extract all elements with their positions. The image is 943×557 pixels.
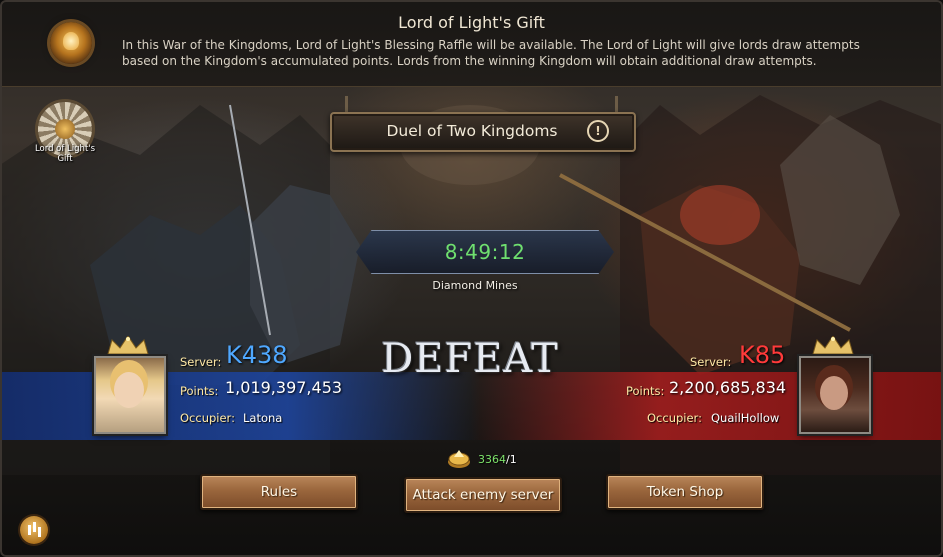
right-server-value: K85 bbox=[739, 341, 786, 369]
token-counter: 3364/1 bbox=[478, 453, 517, 466]
crown-icon bbox=[812, 336, 854, 355]
stats-chart-icon[interactable] bbox=[20, 516, 48, 544]
token-shop-button[interactable]: Token Shop bbox=[606, 474, 764, 510]
timer-value: 8:49:12 bbox=[444, 240, 526, 264]
attack-enemy-server-button[interactable]: Attack enemy server bbox=[404, 477, 562, 513]
left-lord-avatar[interactable] bbox=[94, 356, 166, 434]
token-count-suffix: /1 bbox=[506, 453, 517, 466]
token-icon bbox=[448, 450, 470, 468]
left-server-label: Server: bbox=[180, 355, 222, 369]
battle-result-text: DEFEAT bbox=[381, 336, 559, 382]
lord-gift-label: Lord of Light's Gift bbox=[34, 144, 96, 164]
battle-location: Diamond Mines bbox=[432, 279, 518, 292]
banner-description: In this War of the Kingdoms, Lord of Lig… bbox=[122, 38, 860, 68]
right-points-value: 2,200,685,834 bbox=[669, 378, 787, 397]
left-points-label: Points: bbox=[180, 384, 219, 398]
event-banner: Lord of Light's Gift In this War of the … bbox=[0, 0, 943, 87]
lord-of-light-gift-button[interactable]: Lord of Light's Gift bbox=[34, 102, 96, 170]
token-count-value: 3364 bbox=[478, 453, 506, 466]
left-server-value: K438 bbox=[226, 341, 288, 369]
countdown-timer: 8:49:12 bbox=[356, 230, 614, 274]
right-lord-avatar[interactable] bbox=[799, 356, 871, 434]
left-points-value: 1,019,397,453 bbox=[225, 378, 343, 397]
info-icon[interactable]: ! bbox=[587, 120, 609, 142]
duel-title-plaque: Duel of Two Kingdoms ! bbox=[330, 112, 636, 152]
duel-screen: Lord of Light's Gift In this War of the … bbox=[0, 0, 943, 557]
crown-icon bbox=[107, 336, 149, 355]
left-occupier-label: Occupier: bbox=[180, 411, 235, 425]
rules-button[interactable]: Rules bbox=[200, 474, 358, 510]
left-occupier-value: Latona bbox=[243, 411, 283, 425]
right-points-label: Points: bbox=[626, 384, 665, 398]
duel-title: Duel of Two Kingdoms bbox=[386, 122, 558, 140]
right-server-label: Server: bbox=[690, 355, 732, 369]
banner-title: Lord of Light's Gift bbox=[398, 13, 545, 32]
right-occupier-label: Occupier: bbox=[647, 411, 702, 425]
right-occupier-value: QuailHollow bbox=[711, 411, 780, 425]
